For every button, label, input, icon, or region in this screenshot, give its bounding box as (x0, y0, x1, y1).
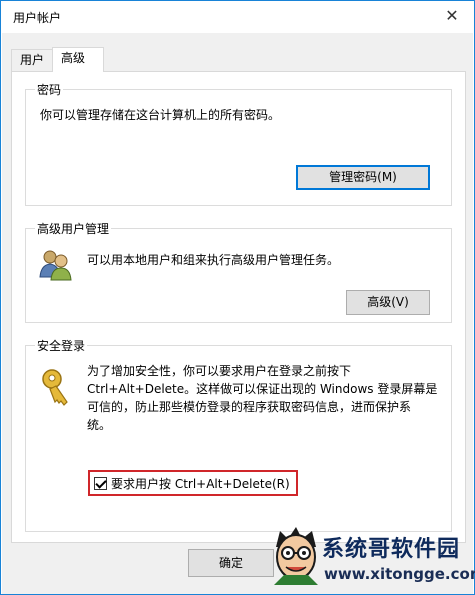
ok-button[interactable]: 确定 (188, 549, 274, 577)
advanced-user-management-group: 高级用户管理 可以用本地用户和组来执行高级用户管理任务。 高级(V) (25, 220, 452, 323)
secure-logon-title: 安全登录 (35, 337, 88, 354)
manage-passwords-button[interactable]: 管理密码(M) (296, 165, 430, 190)
watermark-site-name: 系统哥软件园 (322, 537, 461, 562)
secure-logon-text-line-4: 统。 (87, 418, 112, 432)
advanced-button[interactable]: 高级(V) (346, 290, 430, 315)
require-ctrl-alt-delete-label: 要求用户按 Ctrl+Alt+Delete(R) (111, 476, 290, 491)
checkbox-checked-icon[interactable] (94, 476, 107, 490)
advanced-user-management-title: 高级用户管理 (35, 220, 112, 237)
passwords-description: 你可以管理存储在这台计算机上的所有密码。 (40, 108, 281, 122)
secure-logon-text-line-1: 为了增加安全性，你可以要求用户在登录之前按下 (87, 364, 352, 378)
tab-advanced[interactable]: 高级 (52, 47, 104, 72)
title-bar: 用户帐户 ✕ (1, 1, 474, 33)
site-watermark-logo: 系统哥软件园 www.xitongge.com (270, 525, 475, 593)
advanced-tab-panel: 密码 你可以管理存储在这台计算机上的所有密码。 管理密码(M) 高级用户管理 可… (11, 71, 466, 543)
secure-logon-text-line-2: Ctrl+Alt+Delete。这样做可以保证出现的 Windows 登录屏幕是 (87, 382, 438, 396)
close-button[interactable]: ✕ (432, 3, 472, 29)
window-title: 用户帐户 (13, 11, 62, 25)
tab-users[interactable]: 用户 (11, 49, 53, 71)
close-icon: ✕ (445, 6, 459, 25)
dialog-body: 用户 高级 密码 你可以管理存储在这台计算机上的所有密码。 管理密码(M) 高级… (2, 33, 473, 594)
cartoon-face-icon (274, 527, 318, 585)
passwords-group-title: 密码 (35, 81, 64, 98)
secure-logon-text-line-3: 可信的，防止那些模仿登录的程序获取密码信息，进而保护系 (87, 400, 412, 414)
users-icon (39, 250, 72, 281)
user-accounts-window: 用户帐户 ✕ 用户 高级 密码 你可以管理存储在这台计算机上的所有密码。 管理密… (0, 0, 475, 595)
advanced-user-management-description: 可以用本地用户和组来执行高级用户管理任务。 (87, 253, 340, 267)
passwords-group: 密码 你可以管理存储在这台计算机上的所有密码。 管理密码(M) (25, 81, 452, 206)
require-ctrl-alt-delete-checkbox[interactable]: 要求用户按 Ctrl+Alt+Delete(R) (88, 470, 298, 496)
secure-logon-group: 安全登录 为了增加安全性，你可以要求用户在登录之前按下 Ctrl+Alt+Del… (25, 337, 452, 532)
key-icon (42, 369, 68, 406)
watermark-site-url: www.xitongge.com (324, 565, 475, 583)
